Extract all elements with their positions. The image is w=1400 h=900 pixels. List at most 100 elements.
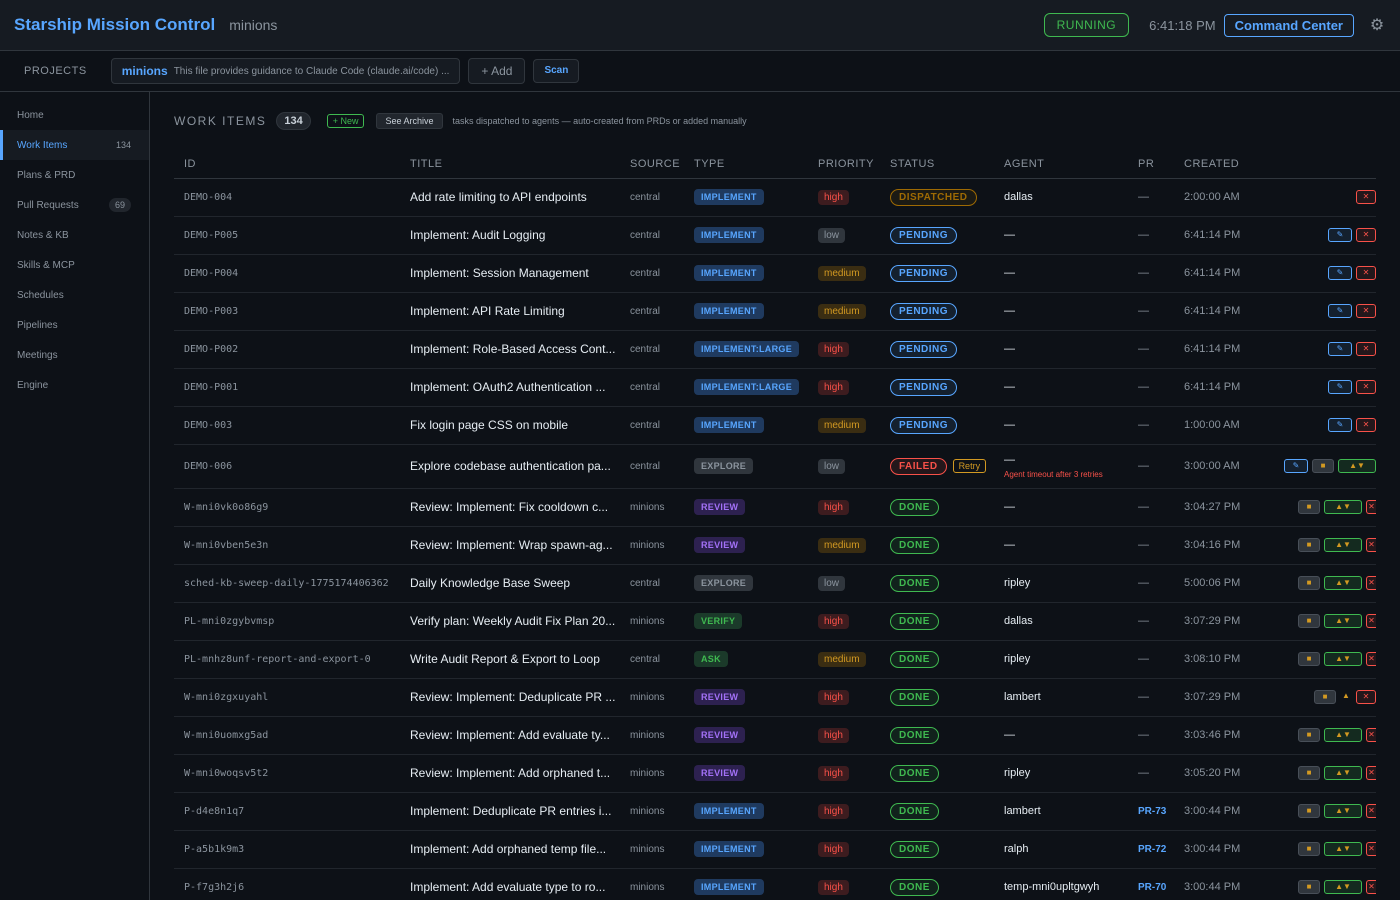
table-row[interactable]: W-mni0woqsv5t2 Review: Implement: Add orp…: [174, 754, 1376, 793]
close-icon[interactable]: ✕: [1366, 652, 1376, 667]
item-title[interactable]: Review: Implement: Add evaluate ty...: [400, 716, 620, 755]
column-header-status[interactable]: STATUS: [880, 150, 994, 179]
close-icon[interactable]: ✕: [1366, 614, 1376, 629]
gear-icon[interactable]: ⚙: [1368, 15, 1386, 35]
item-title[interactable]: Review: Implement: Fix cooldown c...: [400, 488, 620, 527]
thumbs-icon[interactable]: ▲▼: [1324, 766, 1362, 781]
table-row[interactable]: DEMO-003 Fix login page CSS on mobile cent…: [174, 406, 1376, 445]
item-title[interactable]: Implement: Add evaluate type to ro...: [400, 868, 620, 900]
thumbs-icon[interactable]: ▲▼: [1324, 842, 1362, 857]
item-title[interactable]: Fix login page CSS on mobile: [400, 406, 620, 445]
table-row[interactable]: W-mni0zgxuyahl Review: Implement: Dedupli…: [174, 678, 1376, 717]
item-pr[interactable]: PR-73: [1128, 792, 1174, 831]
item-title[interactable]: Implement: API Rate Limiting: [400, 292, 620, 331]
box-icon[interactable]: ■: [1298, 538, 1320, 553]
close-icon[interactable]: ✕: [1356, 380, 1376, 395]
pencil-icon[interactable]: ✎: [1328, 266, 1352, 281]
column-header-id[interactable]: ID: [174, 150, 400, 179]
table-row[interactable]: P-a5b1k9m3 Implement: Add orphaned temp f…: [174, 830, 1376, 869]
box-icon[interactable]: ■: [1312, 459, 1334, 474]
thumbs-icon[interactable]: ▲▼: [1324, 652, 1362, 667]
close-icon[interactable]: ✕: [1356, 190, 1376, 205]
item-title[interactable]: Daily Knowledge Base Sweep: [400, 564, 620, 603]
column-header-agent[interactable]: AGENT: [994, 150, 1128, 179]
close-icon[interactable]: ✕: [1356, 418, 1376, 433]
item-pr[interactable]: PR-70: [1128, 868, 1174, 900]
thumbs-up-icon[interactable]: ▲: [1340, 690, 1352, 704]
item-title[interactable]: Implement: Role-Based Access Cont...: [400, 330, 620, 369]
close-icon[interactable]: ✕: [1366, 538, 1376, 553]
thumbs-icon[interactable]: ▲▼: [1324, 500, 1362, 515]
close-icon[interactable]: ✕: [1366, 766, 1376, 781]
item-title[interactable]: Implement: Add orphaned temp file...: [400, 830, 620, 869]
thumbs-icon[interactable]: ▲▼: [1324, 804, 1362, 819]
table-row[interactable]: DEMO-004 Add rate limiting to API endpoin…: [174, 178, 1376, 217]
project-chip[interactable]: minions This file provides guidance to C…: [110, 58, 461, 84]
scan-button[interactable]: Scan: [533, 59, 580, 83]
item-title[interactable]: Implement: Session Management: [400, 254, 620, 293]
item-title[interactable]: Implement: OAuth2 Authentication ...: [400, 368, 620, 407]
sidebar-item-meetings[interactable]: Meetings: [0, 340, 149, 370]
table-row[interactable]: W-mni0vben5e3n Review: Implement: Wrap sp…: [174, 526, 1376, 565]
pencil-icon[interactable]: ✎: [1328, 342, 1352, 357]
pencil-icon[interactable]: ✎: [1284, 459, 1308, 474]
box-icon[interactable]: ■: [1298, 576, 1320, 591]
sidebar-item-pipelines[interactable]: Pipelines: [0, 310, 149, 340]
new-work-item-button[interactable]: + New: [326, 114, 365, 128]
table-row[interactable]: P-f7g3h2j6 Implement: Add evaluate type t…: [174, 868, 1376, 900]
command-center-button[interactable]: Command Center: [1223, 13, 1354, 37]
table-row[interactable]: W-mni0uomxg5ad Review: Implement: Add eva…: [174, 716, 1376, 755]
table-row[interactable]: DEMO-P002 Implement: Role-Based Access Co…: [174, 330, 1376, 369]
table-row[interactable]: sched-kb-sweep-daily-1775174406362 Daily …: [174, 564, 1376, 603]
table-row[interactable]: PL-mni0zgybvmsp Verify plan: Weekly Audit…: [174, 602, 1376, 641]
thumbs-icon[interactable]: ▲▼: [1324, 576, 1362, 591]
pencil-icon[interactable]: ✎: [1328, 228, 1352, 243]
box-icon[interactable]: ■: [1298, 614, 1320, 629]
item-title[interactable]: Write Audit Report & Export to Loop: [400, 640, 620, 679]
item-title[interactable]: Implement: Audit Logging: [400, 216, 620, 255]
item-title[interactable]: Verify plan: Weekly Audit Fix Plan 20...: [400, 602, 620, 641]
close-icon[interactable]: ✕: [1366, 500, 1376, 515]
close-icon[interactable]: ✕: [1356, 228, 1376, 243]
table-row[interactable]: PL-mnhz8unf-report-and-export-0 Write Aud…: [174, 640, 1376, 679]
column-header-created[interactable]: CREATED: [1174, 150, 1266, 179]
thumbs-icon[interactable]: ▲▼: [1324, 880, 1362, 895]
item-title[interactable]: Review: Implement: Add orphaned t...: [400, 754, 620, 793]
box-icon[interactable]: ■: [1298, 842, 1320, 857]
close-icon[interactable]: ✕: [1356, 266, 1376, 281]
sidebar-item-home[interactable]: Home: [0, 100, 149, 130]
sidebar-item-engine[interactable]: Engine: [0, 370, 149, 400]
sidebar-item-pull-requests[interactable]: Pull Requests 69: [0, 190, 149, 220]
retry-button[interactable]: Retry: [952, 458, 987, 473]
box-icon[interactable]: ■: [1298, 500, 1320, 515]
table-row[interactable]: DEMO-P001 Implement: OAuth2 Authenticatio…: [174, 368, 1376, 407]
table-row[interactable]: DEMO-P003 Implement: API Rate Limiting cen…: [174, 292, 1376, 331]
item-title[interactable]: Review: Implement: Deduplicate PR ...: [400, 678, 620, 717]
sidebar-item-notes[interactable]: Notes & KB: [0, 220, 149, 250]
table-row[interactable]: DEMO-P005 Implement: Audit Logging central…: [174, 216, 1376, 255]
thumbs-icon[interactable]: ▲▼: [1324, 728, 1362, 743]
item-title[interactable]: Add rate limiting to API endpoints: [400, 178, 620, 217]
close-icon[interactable]: ✕: [1366, 728, 1376, 743]
box-icon[interactable]: ■: [1298, 880, 1320, 895]
item-title[interactable]: Review: Implement: Wrap spawn-ag...: [400, 526, 620, 565]
item-title[interactable]: Implement: Deduplicate PR entries i...: [400, 792, 620, 831]
sidebar-item-work-items[interactable]: Work Items 134: [0, 130, 149, 160]
close-icon[interactable]: ✕: [1366, 576, 1376, 591]
close-icon[interactable]: ✕: [1356, 304, 1376, 319]
box-icon[interactable]: ■: [1298, 804, 1320, 819]
close-icon[interactable]: ✕: [1366, 804, 1376, 819]
table-row[interactable]: DEMO-P004 Implement: Session Management ce…: [174, 254, 1376, 293]
close-icon[interactable]: ✕: [1366, 842, 1376, 857]
thumbs-icon[interactable]: ▲▼: [1338, 459, 1376, 474]
item-pr[interactable]: PR-72: [1128, 830, 1174, 869]
sidebar-item-schedules[interactable]: Schedules: [0, 280, 149, 310]
thumbs-icon[interactable]: ▲▼: [1324, 538, 1362, 553]
box-icon[interactable]: ■: [1298, 766, 1320, 781]
column-header-title[interactable]: TITLE: [400, 150, 620, 179]
column-header-type[interactable]: TYPE: [684, 150, 808, 179]
table-row[interactable]: DEMO-006 Explore codebase authentication …: [174, 444, 1376, 489]
box-icon[interactable]: ■: [1314, 690, 1336, 705]
sidebar-item-skills[interactable]: Skills & MCP: [0, 250, 149, 280]
add-project-button[interactable]: + Add: [468, 58, 526, 84]
